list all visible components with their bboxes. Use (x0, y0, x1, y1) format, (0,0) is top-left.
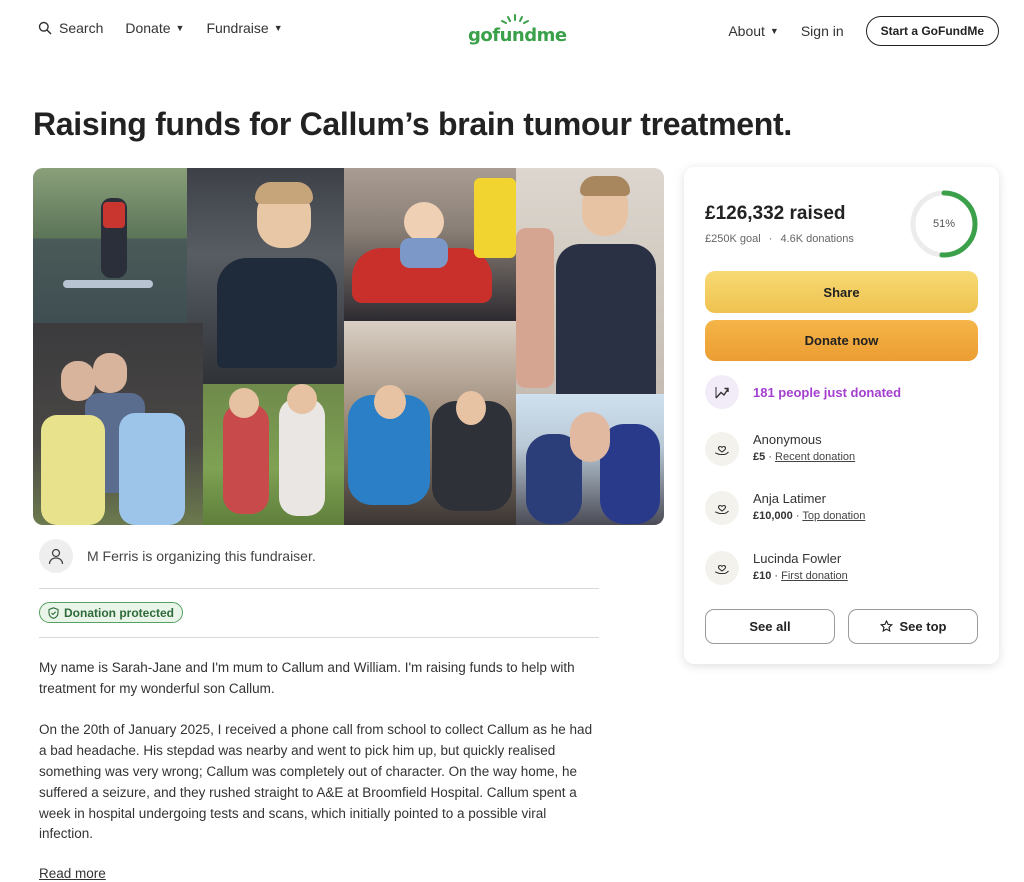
nav-left: Search Donate ▼ Fundraise ▼ (38, 20, 305, 36)
see-top-button[interactable]: See top (848, 609, 978, 644)
photo-family-selfie (516, 394, 664, 525)
story-paragraph: My name is Sarah-Jane and I'm mum to Cal… (39, 660, 575, 696)
page-title: Raising funds for Callum’s brain tumour … (33, 106, 793, 142)
caret-down-icon: ▼ (175, 23, 185, 33)
about-menu-label: About (728, 23, 765, 39)
donor-tag[interactable]: First donation (781, 570, 848, 582)
donor-row: Anonymous £5 · Recent donation (705, 431, 855, 467)
organizer-row: M Ferris is organizing this fundraiser. (39, 539, 316, 573)
donor-meta: £10,000 · Top donation (753, 510, 866, 522)
amount-raised: £126,332 raised (705, 203, 846, 224)
start-gofundme-button[interactable]: Start a GoFundMe (865, 16, 999, 46)
heart-hand-icon (705, 551, 739, 585)
recent-donors-trend: 181 people just donated (705, 375, 901, 409)
donate-now-button[interactable]: Donate now (705, 320, 978, 361)
see-top-label: See top (899, 619, 947, 634)
photo-boy-with-phone (187, 168, 344, 384)
search-label: Search (59, 20, 104, 36)
shield-icon (48, 606, 59, 619)
goal-summary: £250K goal · 4.6K donations (705, 233, 854, 245)
story-paragraph: On the 20th of January 2025, I received … (39, 722, 593, 842)
search-icon (38, 21, 52, 35)
logo-text: gofundme (468, 25, 567, 46)
donor-amount: £10,000 (753, 510, 793, 522)
donate-menu-label: Donate (125, 20, 171, 36)
gofundme-logo[interactable]: gofundme (468, 14, 567, 48)
sign-in-link[interactable]: Sign in (801, 23, 844, 39)
donor-name: Anonymous (753, 432, 822, 447)
see-all-button[interactable]: See all (705, 609, 835, 644)
divider (39, 588, 599, 589)
donor-row: Lucinda Fowler £10 · First donation (705, 550, 848, 586)
photo-brothers-rugby (203, 384, 344, 525)
donor-name: Lucinda Fowler (753, 551, 842, 566)
donation-card: £126,332 raised £250K goal · 4.6K donati… (684, 167, 999, 664)
organizer-text: M Ferris is organizing this fundraiser. (87, 548, 316, 564)
star-icon (879, 620, 893, 633)
donate-menu[interactable]: Donate ▼ (125, 20, 184, 36)
about-menu[interactable]: About ▼ (728, 23, 779, 39)
campaign-story: My name is Sarah-Jane and I'm mum to Cal… (39, 658, 599, 866)
trend-text: 181 people just donated (753, 384, 902, 400)
photo-toddler-in-car (344, 168, 516, 321)
goal-amount: £250K goal (705, 233, 761, 245)
donor-row: Anja Latimer £10,000 · Top donation (705, 490, 865, 526)
photo-family-group (33, 323, 203, 525)
fundraise-menu[interactable]: Fundraise ▼ (206, 20, 282, 36)
top-nav: Search Donate ▼ Fundraise ▼ gofundme Abo… (0, 0, 1024, 62)
trending-up-icon (705, 375, 739, 409)
user-icon (39, 539, 73, 573)
heart-hand-icon (705, 491, 739, 525)
donor-name: Anja Latimer (753, 491, 826, 506)
donor-amount: £5 (753, 451, 766, 463)
photo-boy-england-shirt (516, 168, 664, 394)
read-more-link[interactable]: Read more (39, 866, 106, 881)
photo-paddleboard (33, 168, 187, 323)
caret-down-icon: ▼ (273, 23, 283, 33)
divider (39, 637, 599, 638)
donor-tag[interactable]: Recent donation (775, 451, 855, 463)
campaign-photo-collage[interactable] (33, 168, 664, 525)
donation-count: 4.6K donations (780, 233, 854, 245)
sign-in-label: Sign in (800, 23, 844, 39)
search-link[interactable]: Search (38, 20, 103, 36)
caret-down-icon: ▼ (769, 26, 779, 36)
donor-meta: £5 · Recent donation (753, 451, 856, 463)
fundraise-menu-label: Fundraise (206, 20, 269, 36)
donor-amount: £10 (753, 570, 772, 582)
heart-hand-icon (705, 432, 739, 466)
donor-meta: £10 · First donation (753, 570, 848, 582)
photo-boys-with-drinks (344, 321, 516, 525)
donation-protected-label: Donation protected (64, 605, 174, 620)
nav-right: About ▼ Sign in Start a GoFundMe (728, 16, 999, 46)
donor-tag[interactable]: Top donation (802, 510, 865, 522)
donation-protected-badge[interactable]: Donation protected (39, 602, 183, 623)
share-button[interactable]: Share (705, 271, 978, 313)
progress-percent: 51% (932, 218, 956, 230)
